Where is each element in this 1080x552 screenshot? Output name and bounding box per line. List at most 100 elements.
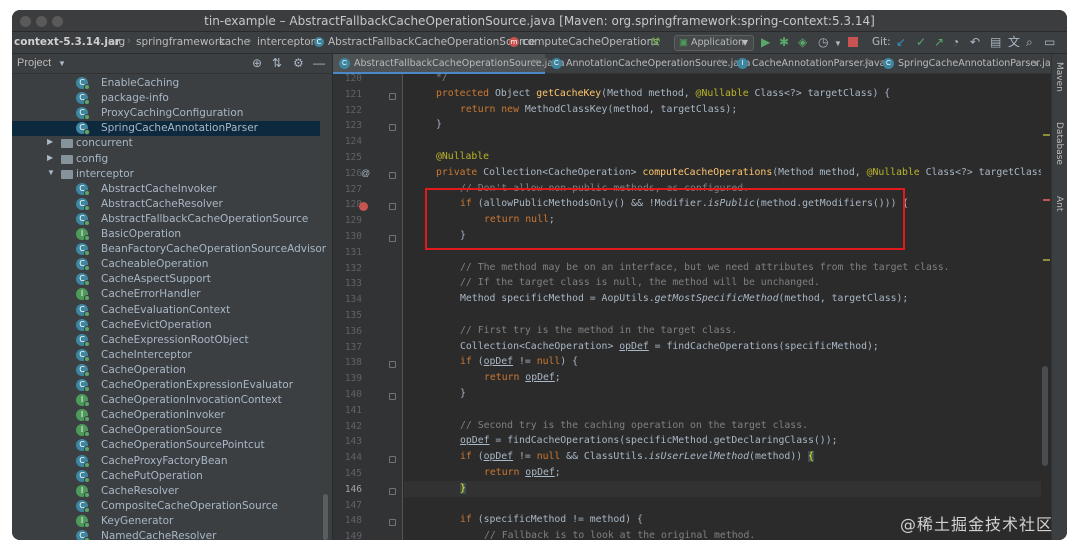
collapse-all-icon[interactable]: ⇅ — [272, 56, 282, 70]
fold-icon[interactable] — [389, 456, 396, 464]
breadcrumb-cache[interactable]: cache — [219, 36, 250, 48]
code-view[interactable]: */protected Object getCacheKey(Method me… — [404, 74, 1051, 540]
project-scrollbar[interactable] — [323, 494, 328, 540]
tree-item[interactable]: C CacheProxyFactoryBean — [12, 454, 320, 469]
fold-icon[interactable] — [389, 171, 396, 179]
code-line[interactable]: opDef = findCacheOperations(specificMeth… — [404, 433, 1051, 449]
project-title[interactable]: Project — [17, 57, 51, 69]
tree-item[interactable]: ▶ concurrent — [12, 136, 320, 151]
tree-item[interactable]: I CacheOperationInvocationContext — [12, 393, 320, 408]
stop-icon[interactable] — [848, 37, 858, 47]
code-line[interactable]: if (opDef != null) { — [404, 354, 1051, 370]
fold-icon[interactable] — [389, 393, 396, 400]
breadcrumb-method[interactable]: computeCacheOperations — [522, 36, 659, 48]
code-line[interactable] — [404, 307, 1051, 323]
fold-icon[interactable] — [389, 235, 396, 242]
maven-tool-button[interactable]: Maven — [1054, 62, 1064, 92]
fold-icon[interactable] — [389, 203, 396, 211]
code-line[interactable]: */ — [404, 74, 1051, 86]
code-line[interactable]: private Collection<CacheOperation> compu… — [404, 165, 1051, 181]
run-icon[interactable]: ▶ — [761, 35, 770, 49]
tree-item[interactable]: I CacheResolver — [12, 484, 320, 499]
breadcrumb-org[interactable]: org — [108, 36, 125, 48]
tree-item[interactable]: C CacheAspectSupport — [12, 272, 320, 287]
fold-icon[interactable] — [389, 361, 396, 369]
code-line[interactable] — [404, 402, 1051, 418]
gear-icon[interactable]: ⚙ — [293, 56, 304, 70]
tree-item[interactable]: Cpackage-info — [12, 91, 320, 106]
tree-item[interactable]: C CacheEvaluationContext — [12, 303, 320, 318]
tab-spring-cache-annotation-parser[interactable]: C SpringCacheAnnotationParser.java ▼ — [877, 54, 1062, 74]
tree-item[interactable]: I CacheOperationInvoker — [12, 408, 320, 423]
code-line[interactable]: return opDef; — [404, 465, 1051, 481]
code-line[interactable]: Method specificMethod = AopUtils.getMost… — [404, 291, 1051, 307]
tree-item[interactable]: C CachePutOperation — [12, 469, 320, 484]
warning-marker[interactable] — [1043, 259, 1050, 261]
tree-item[interactable]: I CacheErrorHandler — [12, 287, 320, 302]
git-push-icon[interactable]: ↗ — [934, 35, 944, 49]
tree-item[interactable]: C SpringCacheAnnotationParser — [12, 121, 320, 137]
coverage-icon[interactable]: ◈ — [798, 35, 807, 49]
chevron-right-icon[interactable]: ▶ — [47, 137, 53, 146]
code-line[interactable]: } — [404, 480, 1051, 497]
git-commit-icon[interactable]: ✓ — [916, 35, 926, 49]
chevron-down-icon[interactable]: ▼ — [58, 59, 66, 68]
tree-item[interactable]: C CacheEvictOperation — [12, 318, 320, 333]
tree-item[interactable]: ▶ config — [12, 152, 320, 167]
tree-item[interactable]: C CompositeCacheOperationSource — [12, 499, 320, 514]
breakpoint-icon[interactable] — [359, 202, 368, 212]
chevron-down-icon[interactable]: ▼ — [1032, 59, 1040, 68]
code-line[interactable]: return opDef; — [404, 370, 1051, 386]
database-tool-button[interactable]: Database — [1054, 122, 1064, 165]
code-line[interactable]: protected Object getCacheKey(Method meth… — [404, 86, 1051, 102]
tab-abstract-fallback[interactable]: C AbstractFallbackCacheOperationSource.j… — [333, 54, 565, 74]
fold-icon[interactable] — [389, 92, 396, 100]
search-icon[interactable]: ⌕ — [1026, 35, 1033, 49]
editor-scrollbar[interactable] — [1042, 366, 1048, 466]
run-configuration-select[interactable]: ▣ Application ▼ — [674, 35, 754, 51]
close-icon[interactable]: × — [864, 57, 870, 68]
history-icon[interactable]: ◔ — [952, 35, 959, 49]
tab-annotation-cache-operation-source[interactable]: C AnnotationCacheOperationSource.java × — [545, 54, 750, 74]
chevron-down-icon[interactable]: ▼ — [47, 168, 55, 177]
fold-icon[interactable] — [389, 124, 396, 132]
chevron-right-icon[interactable]: ▶ — [47, 153, 53, 162]
debug-icon[interactable]: ✱ — [779, 35, 789, 49]
code-line[interactable]: // The method may be on an interface, bu… — [404, 260, 1051, 276]
breadcrumb-jar[interactable]: context-5.3.14.jar — [14, 36, 120, 48]
code-line[interactable]: // First try is the method in the target… — [404, 323, 1051, 339]
tree-item[interactable]: I BasicOperation — [12, 227, 320, 242]
tree-item[interactable]: I KeyGenerator — [12, 514, 320, 529]
translate-icon[interactable]: 文 — [1008, 35, 1020, 49]
locate-file-icon[interactable]: ⊕ — [252, 56, 262, 70]
tree-item[interactable]: C CacheOperation — [12, 363, 320, 378]
breakpoint-marker[interactable] — [1043, 199, 1050, 201]
tree-item[interactable]: C NamedCacheResolver — [12, 529, 320, 540]
annotation-gutter-icon[interactable]: @ — [361, 168, 370, 178]
code-line[interactable]: } — [404, 386, 1051, 402]
code-line[interactable]: // Second try is the caching operation o… — [404, 418, 1051, 434]
tree-item[interactable]: C EnableCaching — [12, 76, 320, 91]
tree-item[interactable]: C CacheInterceptor — [12, 348, 320, 363]
hide-panel-icon[interactable]: — — [313, 56, 325, 70]
code-line[interactable]: if (opDef != null && ClassUtils.isUserLe… — [404, 449, 1051, 465]
tree-item[interactable]: C CacheableOperation — [12, 257, 320, 272]
chevron-down-icon[interactable]: ▼ — [834, 37, 842, 51]
code-line[interactable]: Collection<CacheOperation> opDef = findC… — [404, 339, 1051, 355]
layout-icon[interactable]: ▭ — [1044, 35, 1055, 49]
tree-item[interactable]: C AbstractFallbackCacheOperationSource — [12, 212, 320, 227]
project-structure-icon[interactable]: ▤ — [990, 35, 1001, 49]
tree-item[interactable]: C BeanFactoryCacheOperationSourceAdvisor — [12, 242, 326, 257]
fold-icon[interactable] — [389, 519, 396, 527]
tree-item[interactable]: C CacheOperationExpressionEvaluator — [12, 378, 320, 393]
tree-item[interactable]: I CacheOperationSource — [12, 423, 320, 438]
tree-item[interactable]: ▼ interceptor — [12, 167, 320, 182]
build-hammer-icon[interactable]: ⚒ — [650, 35, 661, 49]
fold-icon[interactable] — [389, 487, 396, 495]
tree-item[interactable]: C AbstractCacheResolver — [12, 197, 320, 212]
tree-item[interactable]: C ProxyCachingConfiguration — [12, 106, 320, 121]
close-icon[interactable]: × — [718, 57, 724, 68]
code-line[interactable]: } — [404, 117, 1051, 133]
ant-tool-button[interactable]: Ant — [1054, 196, 1064, 211]
code-line[interactable] — [404, 133, 1051, 149]
